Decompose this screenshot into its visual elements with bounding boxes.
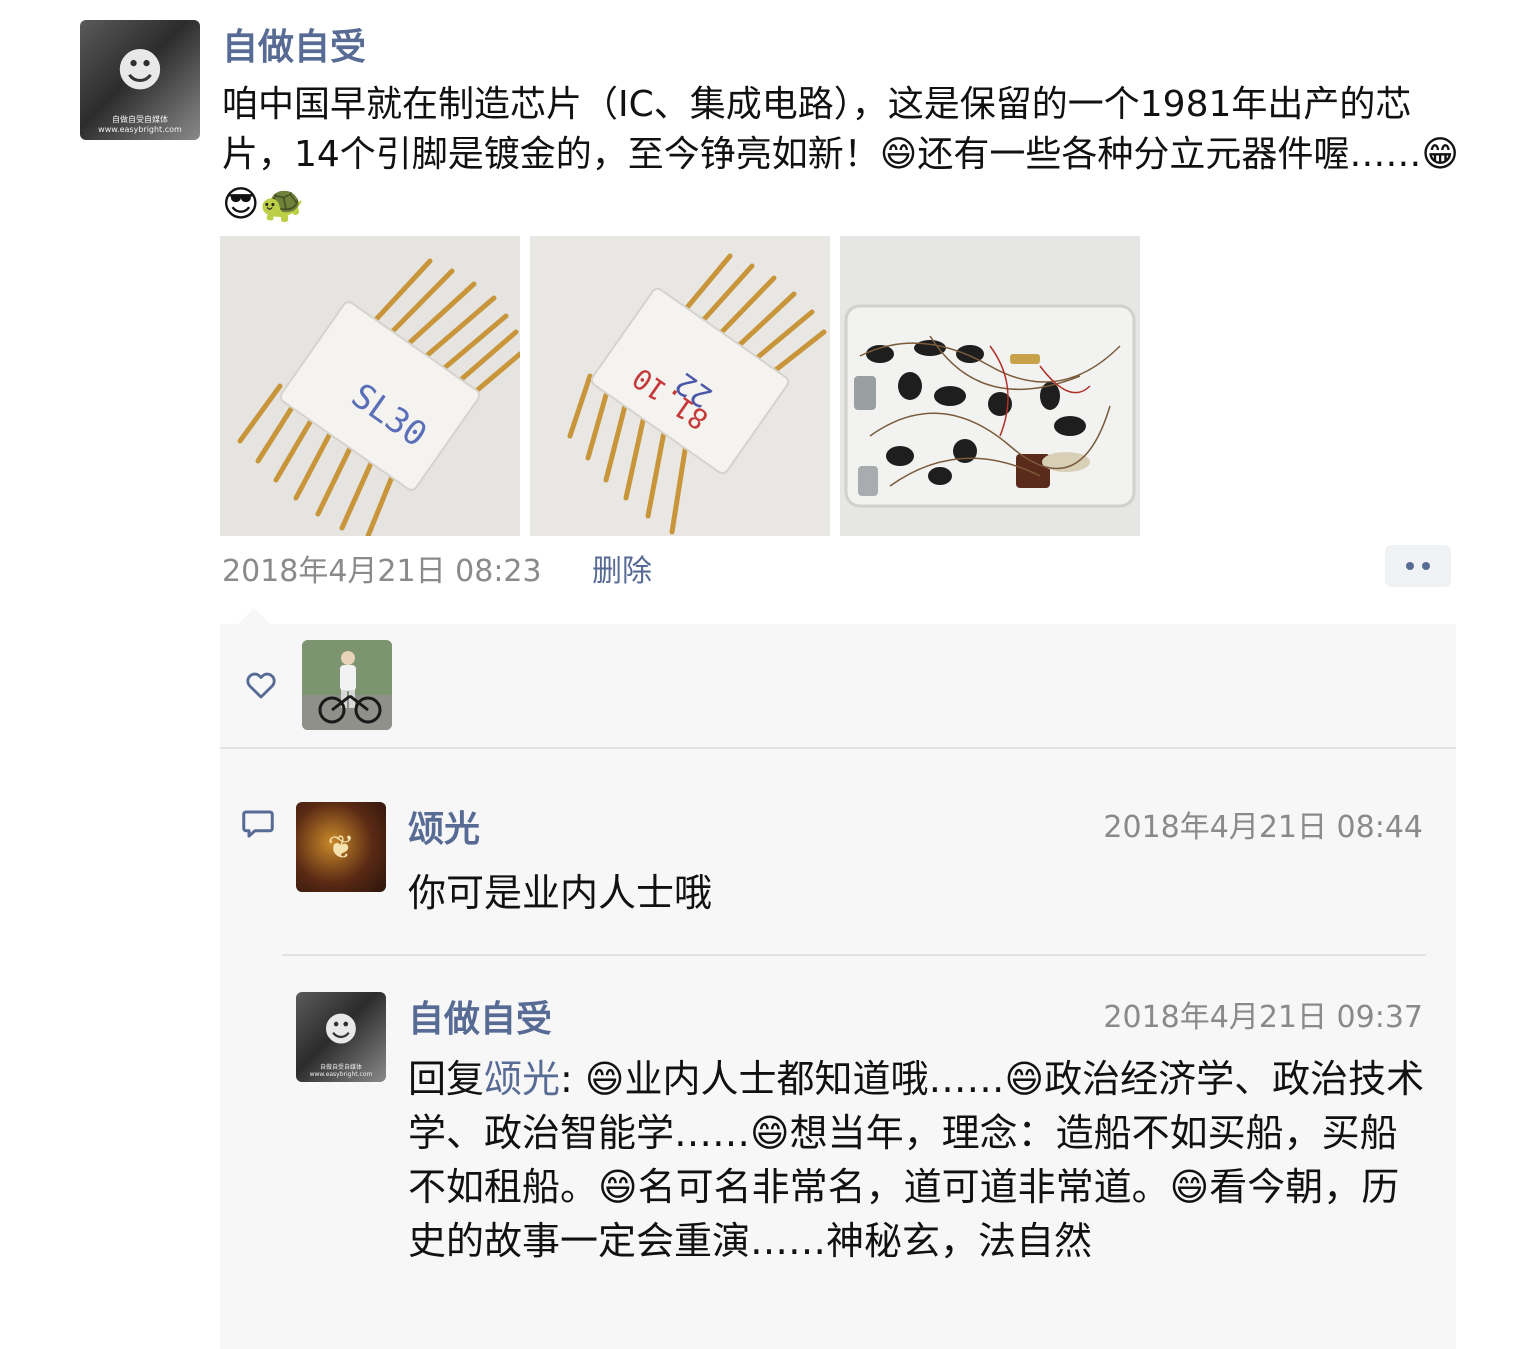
reply-author-name[interactable]: 自做自受 — [408, 990, 552, 1042]
post-author-avatar[interactable]: ☻ 自做自受自媒体 www.easybright.com — [80, 20, 200, 140]
panel-divider — [220, 747, 1456, 749]
reply-prefix: 回复 — [408, 1057, 485, 1101]
avatar-watermark: 自做自受自媒体 www.easybright.com — [309, 1064, 373, 1078]
reply-colon: : — [560, 1057, 585, 1101]
chip-front-photo[interactable]: SL30 — [220, 236, 520, 536]
flower-icon: ❦ — [327, 828, 355, 866]
post-timestamp: 2018年4月21日 08:23 — [222, 554, 542, 589]
post-text: 咱中国早就在制造芯片（IC、集成电路），这是保留的一个1981年出产的芯片，14… — [222, 84, 1459, 225]
more-dot-icon — [1406, 562, 1414, 570]
delete-link[interactable]: 删除 — [592, 546, 652, 590]
avatar-watermark: 自做自受自媒体 www.easybright.com — [98, 115, 182, 134]
person-icon: ☻ — [116, 43, 164, 98]
reply-author-avatar[interactable]: ☻ 自做自受自媒体 www.easybright.com — [296, 992, 386, 1082]
more-dot-icon — [1422, 562, 1430, 570]
components-box-photo[interactable] — [840, 236, 1140, 536]
more-options-button[interactable] — [1385, 545, 1451, 587]
comment-divider — [282, 954, 1426, 956]
comment-author-name[interactable]: 颂光 — [408, 800, 480, 852]
comment-text[interactable]: 你可是业内人士哦 — [408, 862, 712, 917]
cyclist-illustration — [302, 640, 392, 730]
chip-back-photo[interactable]: 22 81.10 — [530, 236, 830, 536]
comment-author-avatar[interactable]: ❦ — [296, 802, 386, 892]
comment-timestamp: 2018年4月21日 08:44 — [1103, 810, 1423, 845]
comment-icon — [242, 810, 274, 838]
post-author-name[interactable]: 自做自受 — [222, 18, 366, 70]
panel-pointer — [238, 608, 270, 624]
reply-timestamp: 2018年4月21日 09:37 — [1103, 1000, 1423, 1035]
heart-icon — [246, 672, 276, 699]
liker-avatar[interactable] — [302, 640, 392, 730]
reply-target-name[interactable]: 颂光 — [484, 1057, 560, 1101]
person-icon: ☻ — [323, 1009, 359, 1050]
chip-back-illustration: 22 81.10 — [530, 236, 830, 536]
chip-front-illustration: SL30 — [220, 236, 520, 536]
reply-text-block[interactable]: 回复颂光: 😄业内人士都知道哦……😄政治经济学、政治技术学、政治智能学……😄想当… — [408, 1052, 1434, 1268]
components-illustration — [840, 236, 1140, 536]
